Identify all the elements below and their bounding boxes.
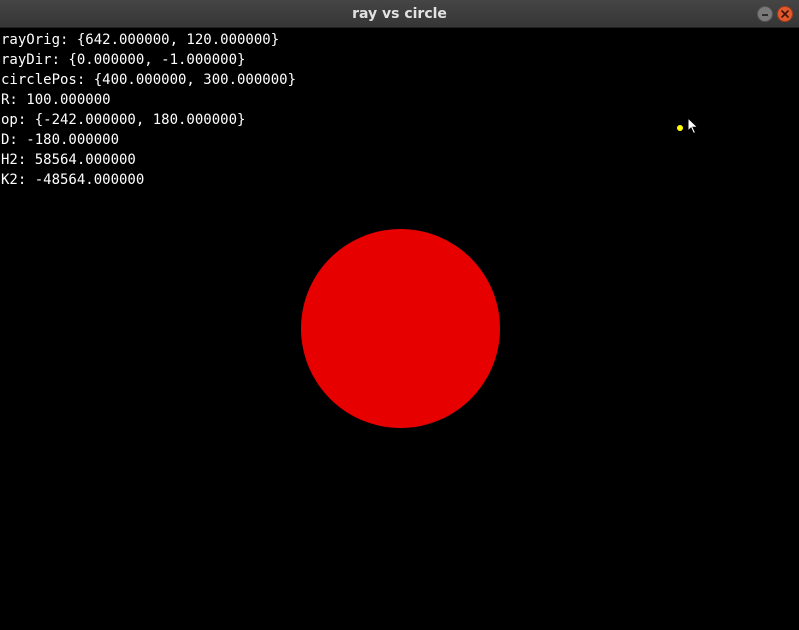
- debug-line-radius: R: 100.000000: [1, 92, 111, 108]
- render-canvas[interactable]: rayOrig: {642.000000, 120.000000} rayDir…: [0, 28, 799, 630]
- debug-line-k2: K2: -48564.000000: [1, 172, 145, 188]
- debug-line-h2: H2: 58564.000000: [1, 152, 136, 168]
- debug-line-circle-position: circlePos: {400.000000, 300.000000}: [1, 72, 297, 88]
- app-window: ray vs circle rayOrig: {642.000000, 120.…: [0, 0, 799, 630]
- ray-origin-dot: [677, 125, 683, 131]
- debug-line-d: D: -180.000000: [1, 132, 120, 148]
- debug-line-ray-origin: rayOrig: {642.000000, 120.000000}: [1, 32, 280, 48]
- debug-line-ray-direction: rayDir: {0.000000, -1.000000}: [1, 52, 246, 68]
- close-icon: [781, 10, 789, 18]
- debug-line-op: op: {-242.000000, 180.000000}: [1, 112, 246, 128]
- title-bar[interactable]: ray vs circle: [0, 0, 799, 28]
- mouse-cursor-icon: [687, 117, 699, 135]
- close-button[interactable]: [777, 6, 793, 22]
- red-circle: [301, 229, 500, 428]
- window-title: ray vs circle: [352, 6, 447, 22]
- minimize-button[interactable]: [757, 6, 773, 22]
- debug-text-panel: rayOrig: {642.000000, 120.000000} rayDir…: [1, 30, 296, 190]
